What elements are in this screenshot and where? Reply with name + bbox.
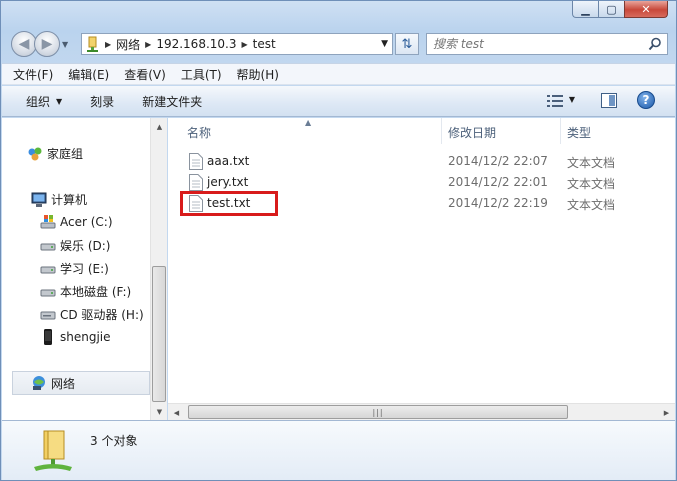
drive-label: 学习 (E:) <box>60 262 109 276</box>
scroll-left-icon[interactable]: ◀ <box>168 404 185 421</box>
drive-label: Acer (C:) <box>60 215 113 229</box>
hard-drive-icon <box>40 284 56 300</box>
network-folder-icon <box>34 430 72 471</box>
file-date: 2014/12/2 22:01 <box>448 175 548 189</box>
drive-label: CD 驱动器 (H:) <box>60 308 144 322</box>
nav-item-computer[interactable]: 计算机 <box>31 191 87 208</box>
file-name: jery.txt <box>207 175 249 189</box>
close-button[interactable]: ✕ <box>624 1 668 18</box>
explorer-window: ▁ ▢ ✕ ◀ ▶ ▼ ▶ 网络 ▶ 192.168.10.3 ▶ test ▼… <box>0 0 677 481</box>
new-folder-button[interactable]: 新建文件夹 <box>142 93 202 110</box>
text-file-icon <box>189 153 203 170</box>
view-dropdown-icon[interactable]: ▼ <box>569 95 575 104</box>
nav-buttons: ◀ ▶ ▼ <box>11 31 68 57</box>
nav-pane-scrollbar[interactable]: ▲ ▼ <box>150 118 167 420</box>
file-type: 文本文档 <box>567 177 616 191</box>
address-dropdown-icon[interactable]: ▼ <box>381 39 388 49</box>
column-header-date[interactable]: 修改日期 <box>448 124 496 141</box>
address-bar[interactable]: ▶ 网络 ▶ 192.168.10.3 ▶ test ▼ <box>81 33 393 55</box>
column-header-type[interactable]: 类型 <box>567 124 591 141</box>
menu-bar: 文件(F) 编辑(E) 查看(V) 工具(T) 帮助(H) <box>2 63 675 85</box>
breadcrumb-separator[interactable]: ▶ <box>145 40 151 49</box>
homegroup-label: 家庭组 <box>47 147 84 161</box>
hard-drive-icon <box>40 238 56 254</box>
menu-help[interactable]: 帮助(H) <box>237 66 279 83</box>
organize-label: 组织 <box>26 94 51 109</box>
scrollbar-thumb[interactable] <box>152 266 166 402</box>
nav-item-drive-d[interactable]: 娱乐 (D:) <box>40 237 110 254</box>
back-arrow-icon: ◀ <box>18 36 30 52</box>
scroll-right-icon[interactable]: ▶ <box>658 404 675 421</box>
file-list: ▲ 名称 修改日期 类型 aaa.txt 2014/12/2 22:07 文本文… <box>168 118 675 420</box>
nav-item-drive-h[interactable]: CD 驱动器 (H:) <box>40 306 144 323</box>
view-options-icon[interactable] <box>547 95 563 107</box>
file-row[interactable]: jery.txt 2014/12/2 22:01 文本文档 <box>168 172 675 193</box>
nav-item-drive-f[interactable]: 本地磁盘 (F:) <box>40 283 131 300</box>
breadcrumb-network[interactable]: 网络 <box>116 36 140 53</box>
device-label: shengjie <box>60 330 111 344</box>
breadcrumb-host[interactable]: 192.168.10.3 <box>156 37 236 51</box>
burn-button[interactable]: 刻录 <box>90 93 114 110</box>
windows-drive-icon <box>40 214 56 230</box>
column-header-name[interactable]: 名称 <box>187 124 211 141</box>
breadcrumb-separator[interactable]: ▶ <box>241 40 247 49</box>
network-folder-icon <box>85 36 103 52</box>
caption-buttons: ▁ ▢ ✕ <box>572 1 668 18</box>
nav-item-network[interactable]: 网络 <box>12 371 150 395</box>
menu-view[interactable]: 查看(V) <box>124 66 166 83</box>
annotation-highlight-box <box>180 191 278 216</box>
forward-arrow-icon: ▶ <box>41 36 53 52</box>
refresh-button[interactable]: ⇅ <box>395 33 419 55</box>
search-box <box>426 33 668 55</box>
menu-tools[interactable]: 工具(T) <box>181 66 222 83</box>
column-divider[interactable] <box>560 118 561 144</box>
computer-icon <box>31 192 47 208</box>
sort-ascending-icon: ▲ <box>305 118 312 127</box>
column-divider[interactable] <box>441 118 442 144</box>
organize-button[interactable]: 组织 ▼ <box>26 93 62 110</box>
hard-drive-icon <box>40 261 56 277</box>
network-label: 网络 <box>51 376 76 391</box>
recent-pages-dropdown[interactable]: ▼ <box>62 40 68 49</box>
breadcrumb-separator[interactable]: ▶ <box>105 40 111 49</box>
drive-label: 娱乐 (D:) <box>60 239 111 253</box>
file-type: 文本文档 <box>567 198 616 212</box>
menu-edit[interactable]: 编辑(E) <box>68 66 109 83</box>
forward-button[interactable]: ▶ <box>34 31 60 57</box>
search-input[interactable] <box>433 37 643 51</box>
file-name: aaa.txt <box>207 154 250 168</box>
file-date: 2014/12/2 22:19 <box>448 196 548 210</box>
scroll-up-icon[interactable]: ▲ <box>151 118 168 135</box>
nav-item-drive-c[interactable]: Acer (C:) <box>40 214 113 230</box>
preview-pane-icon[interactable] <box>601 93 617 108</box>
nav-item-device-shengjie[interactable]: shengjie <box>40 329 111 345</box>
minimize-button[interactable]: ▁ <box>572 1 598 18</box>
computer-label: 计算机 <box>51 193 88 207</box>
menu-file[interactable]: 文件(F) <box>13 66 53 83</box>
drive-label: 本地磁盘 (F:) <box>60 285 132 299</box>
text-file-icon <box>189 174 203 191</box>
file-type: 文本文档 <box>567 156 616 170</box>
details-pane: 3 个对象 <box>2 420 675 480</box>
nav-item-homegroup[interactable]: 家庭组 <box>27 145 83 162</box>
help-icon[interactable]: ? <box>637 91 655 109</box>
file-row[interactable]: aaa.txt 2014/12/2 22:07 文本文档 <box>168 151 675 172</box>
homegroup-icon <box>27 146 43 162</box>
search-icon[interactable] <box>648 37 662 51</box>
file-list-horizontal-scrollbar[interactable]: ◀ ||| ▶ <box>168 403 675 420</box>
file-date: 2014/12/2 22:07 <box>448 154 548 168</box>
scrollbar-thumb[interactable]: ||| <box>188 405 568 419</box>
item-count: 3 个对象 <box>90 434 138 448</box>
breadcrumb-folder[interactable]: test <box>253 37 276 51</box>
chevron-down-icon: ▼ <box>56 96 63 106</box>
network-icon <box>31 375 47 391</box>
navigation-pane: 家庭组 计算机 Acer (C:) 娱乐 (D:) 学习 (E:) 本地磁盘 (… <box>2 118 150 420</box>
cd-drive-icon <box>40 307 56 323</box>
scroll-down-icon[interactable]: ▼ <box>151 403 168 420</box>
command-bar: 组织 ▼ 刻录 新建文件夹 ▼ ? <box>2 86 675 117</box>
nav-item-drive-e[interactable]: 学习 (E:) <box>40 260 109 277</box>
refresh-icon: ⇅ <box>401 36 413 52</box>
maximize-button[interactable]: ▢ <box>598 1 624 18</box>
phone-icon <box>40 329 56 345</box>
